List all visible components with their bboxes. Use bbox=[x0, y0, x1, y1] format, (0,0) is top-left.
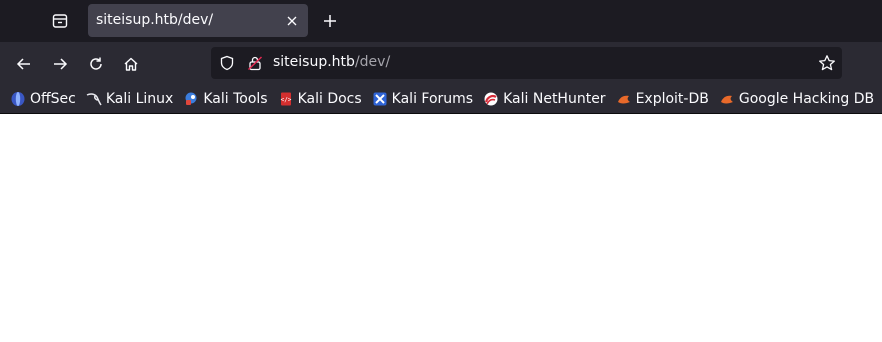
page-content bbox=[0, 114, 882, 342]
bookmark-offsec[interactable]: OffSec bbox=[10, 87, 76, 111]
reload-button[interactable] bbox=[82, 50, 110, 78]
bookmark-star-button[interactable] bbox=[818, 54, 836, 76]
bookmarks-toolbar: OffSec Kali Linux Kali Tools </> Kali Do… bbox=[0, 84, 882, 114]
forward-button[interactable] bbox=[46, 50, 74, 78]
bookmark-label: Kali NetHunter bbox=[503, 90, 606, 107]
tracking-protection-button[interactable] bbox=[219, 55, 235, 75]
bookmark-kali-nethunter[interactable]: Kali NetHunter bbox=[483, 87, 606, 111]
bookmark-kali-forums[interactable]: Kali Forums bbox=[372, 87, 473, 111]
bookmark-kali-linux[interactable]: Kali Linux bbox=[86, 87, 173, 111]
bookmark-exploit-db[interactable]: Exploit-DB bbox=[616, 87, 709, 111]
url-bar[interactable]: siteisup.htb/dev/ bbox=[211, 47, 842, 79]
home-icon bbox=[124, 57, 138, 71]
tab-strip: siteisup.htb/dev/ bbox=[0, 0, 882, 42]
bookmark-label: Google Hacking DB bbox=[738, 90, 875, 107]
bookmark-label: Kali Docs bbox=[297, 90, 362, 107]
shield-icon bbox=[220, 55, 234, 71]
bookmark-label: OffSec bbox=[30, 90, 76, 107]
kali-tools-icon bbox=[183, 91, 199, 107]
close-icon bbox=[287, 16, 297, 26]
lock-insecure-icon bbox=[247, 56, 263, 71]
kali-dragon-icon bbox=[86, 91, 102, 107]
arrow-right-icon bbox=[54, 58, 68, 70]
offsec-icon bbox=[10, 91, 26, 107]
bookmark-label: Kali Forums bbox=[391, 90, 474, 107]
tab-title: siteisup.htb/dev/ bbox=[96, 12, 214, 28]
firefox-view-button[interactable] bbox=[46, 8, 74, 34]
kali-forums-icon bbox=[372, 91, 388, 107]
bookmark-label: Kali Linux bbox=[105, 90, 174, 107]
exploit-db-icon bbox=[616, 91, 632, 107]
new-tab-button[interactable] bbox=[318, 8, 342, 34]
url-text[interactable]: siteisup.htb/dev/ bbox=[273, 54, 390, 70]
reload-icon bbox=[90, 57, 102, 70]
tab-close-button[interactable] bbox=[282, 11, 302, 31]
navigation-toolbar: siteisup.htb/dev/ bbox=[0, 42, 882, 84]
bookmark-label: Kali Tools bbox=[203, 90, 268, 107]
bookmark-label: Exploit-DB bbox=[635, 90, 709, 107]
firefox-view-icon bbox=[52, 14, 68, 28]
bookmark-google-hacking-db[interactable]: Google Hacking DB bbox=[719, 87, 874, 111]
tab-active[interactable]: siteisup.htb/dev/ bbox=[88, 4, 308, 37]
site-info-button[interactable] bbox=[247, 55, 263, 75]
url-path: /dev/ bbox=[354, 54, 391, 70]
star-icon bbox=[819, 55, 835, 71]
url-host: siteisup.htb bbox=[273, 54, 355, 70]
nethunter-icon bbox=[483, 91, 499, 107]
kali-docs-icon: </> bbox=[278, 91, 294, 107]
plus-icon bbox=[324, 15, 336, 27]
ghdb-icon bbox=[719, 91, 735, 107]
browser-chrome: siteisup.htb/dev/ siteisup.htb/dev/ OffS… bbox=[0, 0, 882, 114]
back-button[interactable] bbox=[10, 50, 38, 78]
bookmark-kali-tools[interactable]: Kali Tools bbox=[183, 87, 268, 111]
bookmark-kali-docs[interactable]: </> Kali Docs bbox=[278, 87, 362, 111]
arrow-left-icon bbox=[16, 58, 30, 70]
svg-text:</>: </> bbox=[280, 96, 291, 103]
home-button[interactable] bbox=[117, 50, 145, 78]
